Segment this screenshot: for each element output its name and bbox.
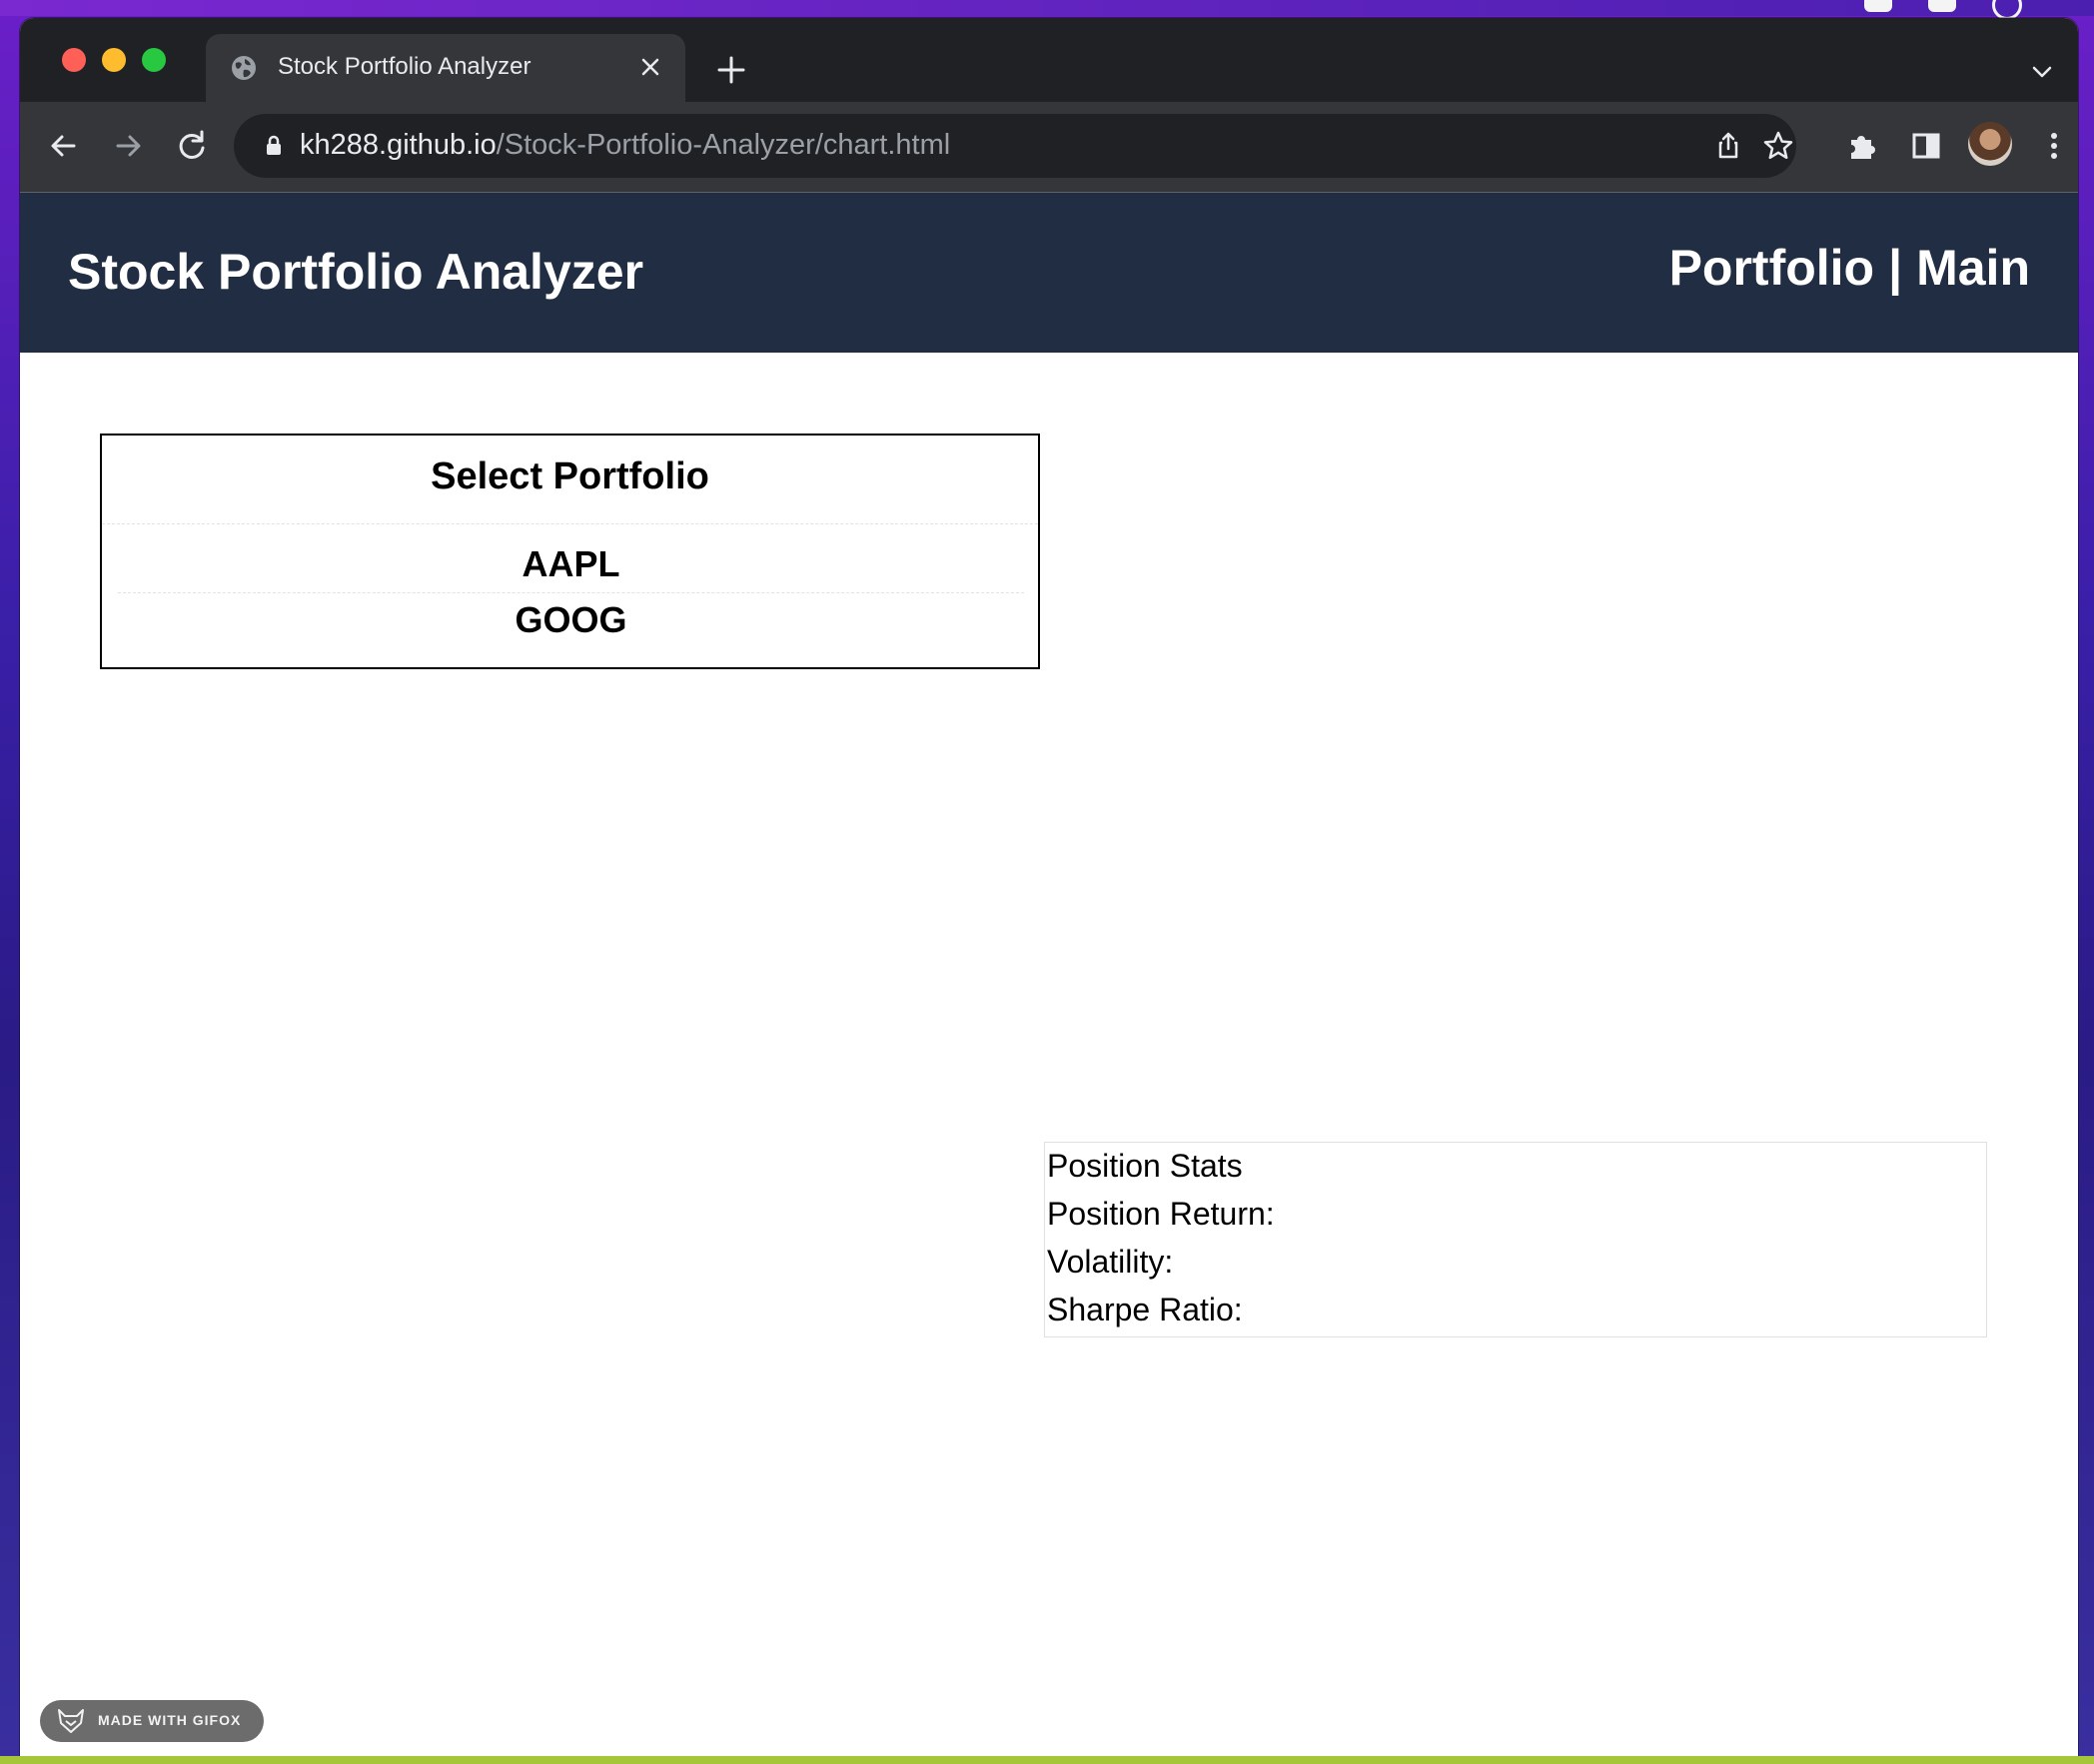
position-return-label: Position Return: [1047,1196,1275,1232]
site-header: Stock Portfolio Analyzer Portfolio | Main [20,193,2078,353]
nav-link-portfolio[interactable]: Portfolio [1669,239,1875,297]
side-panel-icon[interactable] [1906,126,1946,166]
browser-toolbar: kh288.github.io/Stock-Portfolio-Analyzer… [20,102,2078,193]
page-content: Stock Portfolio Analyzer Portfolio | Main … [20,193,2078,1764]
stats-title: Position Stats [1047,1148,1243,1184]
menubar-app-icon[interactable] [1864,0,1892,12]
sharpe-ratio-label: Sharpe Ratio: [1047,1292,1243,1327]
site-nav: Portfolio | Main [1669,239,2030,297]
chevron-down-icon[interactable] [2028,58,2056,86]
desktop-menu-bar [0,0,2094,20]
kebab-menu-icon[interactable] [2034,126,2074,166]
desktop: { "browser": { "tab_title": "Stock Portf… [0,0,2094,1764]
gifox-watermark: MADE WITH GIFOX [40,1700,264,1742]
fox-icon [58,1709,84,1733]
selector-divider [102,523,1038,524]
portfolio-selector: Select Portfolio AAPL GOOG [100,434,1040,669]
tab-strip: Stock Portfolio Analyzer [20,18,2078,102]
close-icon[interactable] [635,52,665,82]
gifox-label: MADE WITH GIFOX [98,1712,242,1728]
zoom-window-button[interactable] [142,48,166,72]
ticker-list: AAPL GOOG [118,543,1024,651]
nav-link-main[interactable]: Main [1916,239,2030,297]
browser-window: Stock Portfolio Analyzer kh288.github.io… [20,18,2078,1764]
minimize-window-button[interactable] [102,48,126,72]
url-text[interactable]: kh288.github.io/Stock-Portfolio-Analyzer… [300,129,950,162]
plus-icon[interactable] [713,52,749,88]
puzzle-icon[interactable] [1842,126,1882,166]
nav-separator: | [1888,240,1903,296]
url-host: kh288.github.io [300,129,497,161]
close-window-button[interactable] [62,48,86,72]
star-icon[interactable] [1760,128,1796,164]
share-icon[interactable] [1710,128,1746,164]
desktop-bottom-strip [0,1756,2094,1764]
back-arrow-icon[interactable] [44,126,84,166]
volatility-label: Volatility: [1047,1244,1174,1280]
selector-title: Select Portfolio [431,455,709,497]
url-path: /Stock-Portfolio-Analyzer/chart.html [496,129,951,161]
reload-icon[interactable] [172,126,212,166]
ticker-item-aapl[interactable]: AAPL [118,543,1024,593]
tab-stock-portfolio-analyzer[interactable]: Stock Portfolio Analyzer [206,34,685,102]
ticker-item-goog[interactable]: GOOG [118,593,1024,651]
site-title: Stock Portfolio Analyzer [68,244,644,300]
globe-icon [232,56,256,80]
position-stats-panel: Position Stats Position Return: Volatili… [1044,1142,1987,1337]
forward-arrow-icon[interactable] [108,126,148,166]
avatar[interactable] [1968,122,2012,166]
lock-icon[interactable] [260,132,288,160]
menubar-status-icon[interactable] [1992,0,2022,20]
menubar-window-icon[interactable] [1928,0,1956,12]
address-bar[interactable]: kh288.github.io/Stock-Portfolio-Analyzer… [234,114,1796,178]
tab-title: Stock Portfolio Analyzer [278,53,531,80]
